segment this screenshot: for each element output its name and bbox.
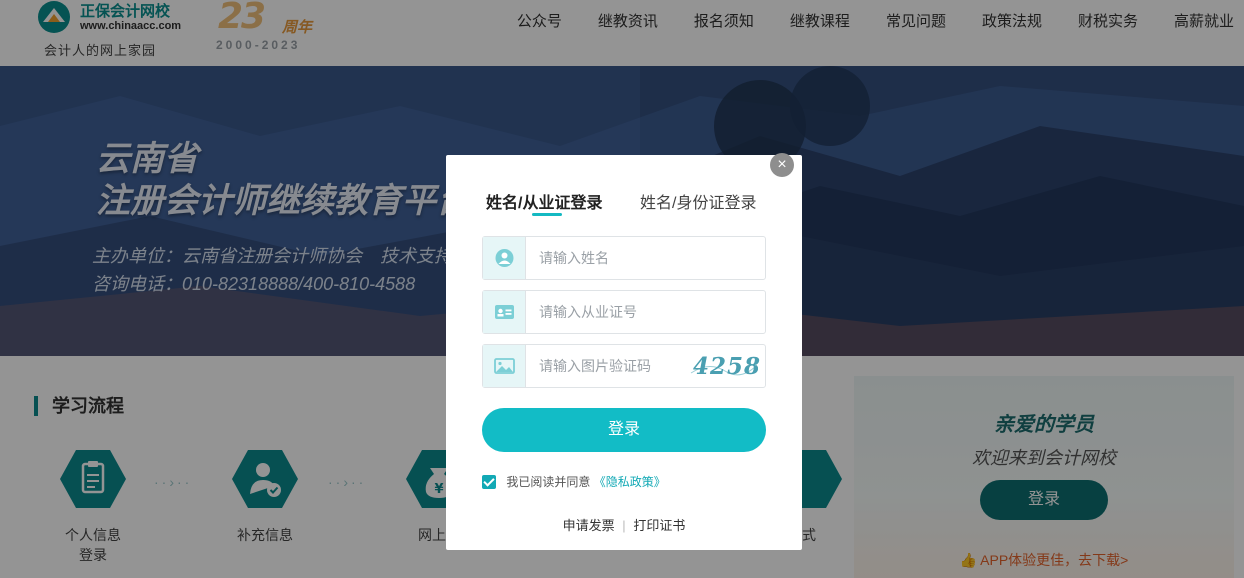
link-separator: | xyxy=(622,518,626,533)
cert-field[interactable] xyxy=(482,290,766,334)
tab-name-cert-login[interactable]: 姓名/从业证登录 xyxy=(486,189,602,213)
name-field[interactable] xyxy=(482,236,766,280)
captcha-code: 4258 xyxy=(693,353,762,380)
cert-number-input[interactable] xyxy=(539,291,739,333)
image-icon xyxy=(483,345,526,387)
login-button[interactable]: 登录 xyxy=(482,408,766,452)
captcha-field[interactable]: 4258 xyxy=(482,344,766,388)
agree-text: 我已阅读并同意 xyxy=(506,475,591,489)
print-certificate-link[interactable]: 打印证书 xyxy=(633,518,685,533)
close-icon[interactable]: × xyxy=(770,153,794,177)
privacy-agreement: 我已阅读并同意 《隐私政策》 xyxy=(482,473,666,490)
user-icon xyxy=(483,237,526,279)
captcha-input[interactable] xyxy=(539,345,679,387)
captcha-image[interactable]: 4258 xyxy=(689,351,762,381)
login-modal: 姓名/从业证登录 姓名/身份证登录 请输入姓名 请输入从业证号 请输入图片验证码… xyxy=(446,155,802,550)
privacy-policy-link[interactable]: 《隐私政策》 xyxy=(594,475,666,489)
name-input[interactable] xyxy=(539,237,739,279)
apply-invoice-link[interactable]: 申请发票 xyxy=(563,518,615,533)
tab-name-id-login[interactable]: 姓名/身份证登录 xyxy=(640,189,756,213)
active-tab-indicator xyxy=(532,213,562,216)
id-card-icon xyxy=(483,291,526,333)
modal-footer-links: 申请发票 | 打印证书 xyxy=(446,515,802,534)
agree-checkbox[interactable] xyxy=(482,474,496,489)
